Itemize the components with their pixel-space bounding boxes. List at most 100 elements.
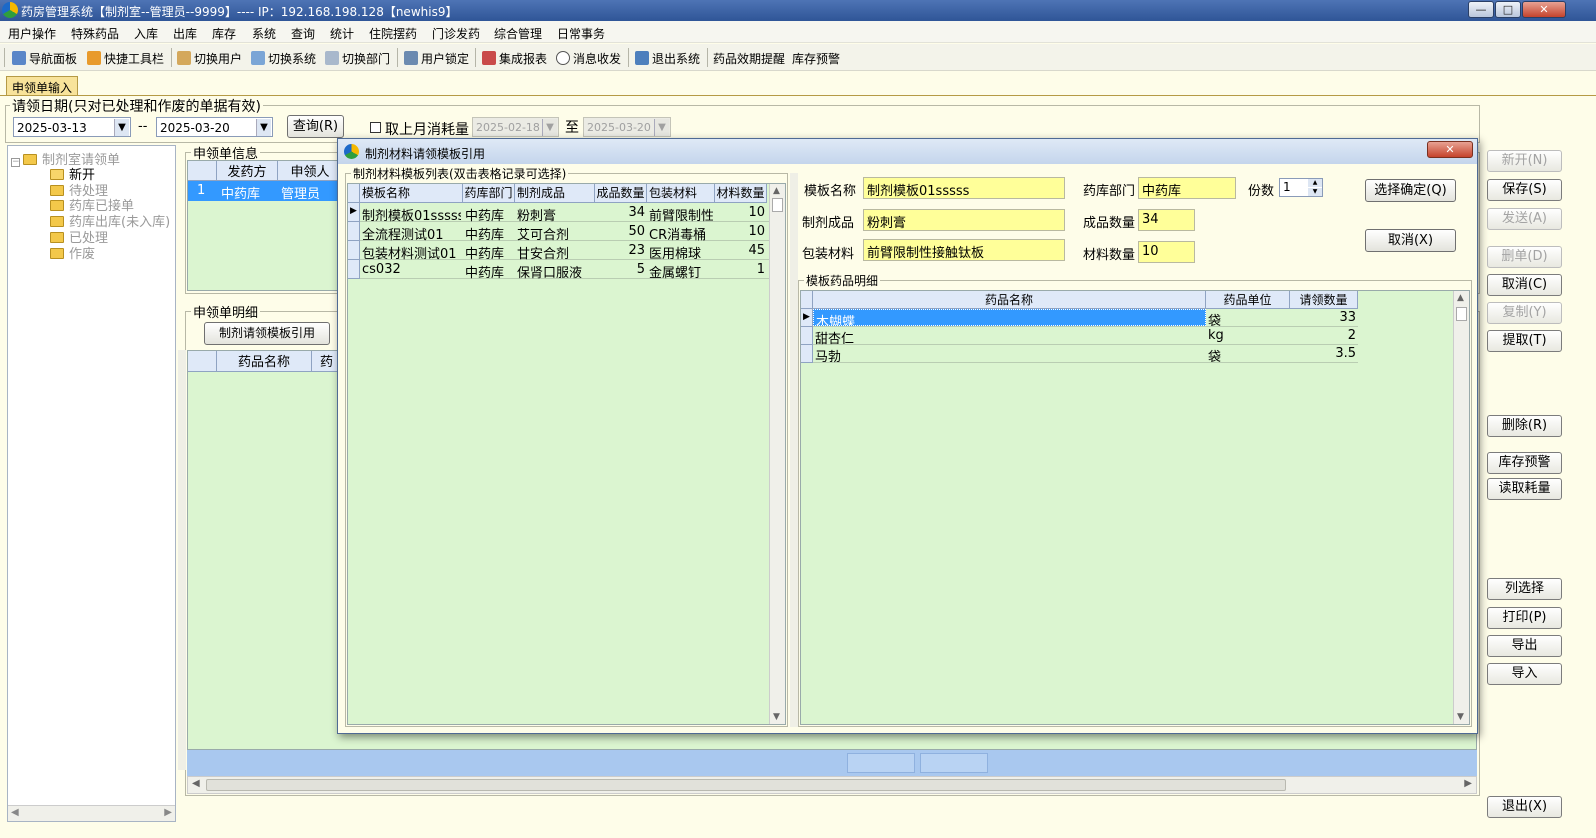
stepper-up-icon[interactable]: ▲ [1308,179,1322,187]
date-to-picker[interactable]: 2025-03-20 ▼ [156,117,273,137]
save-button[interactable]: 保存(S) [1487,179,1562,201]
exit-button[interactable]: 退出(X) [1487,796,1562,818]
col-header[interactable]: 药品单位 [1206,291,1290,309]
pack-field[interactable]: 前臂限制性接触钛板 [863,239,1065,261]
menu-statistics[interactable]: 统计 [330,25,354,42]
scroll-left-icon[interactable]: ◀ [11,807,19,818]
delete-row-button[interactable]: 删除(R) [1487,415,1562,437]
scroll-thumb[interactable] [772,198,783,212]
minimize-button[interactable]: — [1468,1,1494,18]
scroll-right-icon[interactable]: ▶ [1464,778,1472,789]
scroll-thumb[interactable] [206,779,1286,791]
collapse-icon[interactable]: − [11,158,20,167]
extract-button[interactable]: 提取(T) [1487,330,1562,352]
product-qty-field[interactable]: 34 [1138,209,1195,231]
menu-stock-in[interactable]: 入库 [134,25,158,42]
toolbar-nav-panel[interactable]: 导航面板 [12,50,77,67]
table-row[interactable]: 马勃 袋 3.5 [801,345,1358,365]
scroll-up-icon[interactable]: ▲ [773,186,780,196]
product-field[interactable]: 粉刺膏 [863,209,1065,231]
menu-outpatient[interactable]: 门诊发药 [432,25,480,42]
scroll-up-icon[interactable]: ▲ [1457,293,1464,303]
send-button[interactable]: 发送(A) [1487,208,1562,230]
scroll-down-icon[interactable]: ▼ [773,712,780,722]
menu-inventory[interactable]: 库存 [212,25,236,42]
cancel-order-button[interactable]: 取消(C) [1487,274,1562,296]
table-row[interactable]: 全流程测试01 中药库 艾可合剂 50 CR消毒桶 10 [348,222,769,243]
maximize-button[interactable]: □ [1495,1,1521,18]
main-hscrollbar[interactable]: ◀ ▶ [187,776,1477,794]
toolbar-lock-user[interactable]: 用户锁定 [404,50,469,67]
close-button[interactable]: ✕ [1522,1,1566,18]
table-row[interactable]: 1 中药库 管理员 [188,181,343,202]
copy-button[interactable]: 复制(Y) [1487,302,1562,324]
col-header[interactable]: 药库部门 [463,184,515,203]
chevron-down-icon[interactable]: ▼ [256,119,271,136]
menu-stock-out[interactable]: 出库 [173,25,197,42]
menu-general[interactable]: 综合管理 [494,25,542,42]
scroll-right-icon[interactable]: ▶ [164,807,172,818]
tab-apply-input[interactable]: 申领单输入 [6,76,78,95]
detail-vscrollbar[interactable]: ▲ ▼ [1453,291,1469,724]
stepper-down-icon[interactable]: ▼ [1308,188,1322,196]
delete-order-button[interactable]: 删单(D) [1487,246,1562,268]
toolbar-switch-user[interactable]: 切换用户 [177,50,242,67]
menu-user-ops[interactable]: 用户操作 [8,25,56,42]
tree-item-void[interactable]: 作废 [50,243,95,262]
menu-system[interactable]: 系统 [252,25,276,42]
menu-inpatient[interactable]: 住院摆药 [369,25,417,42]
col-header[interactable]: 成品数量 [595,184,647,203]
export-button[interactable]: 导出 [1487,635,1562,657]
toolbar-stock-alert[interactable]: 库存预警 [792,50,840,67]
date-from-picker[interactable]: 2025-03-13 ▼ [13,117,131,137]
stock-alert-button[interactable]: 库存预警 [1487,452,1562,474]
col-header[interactable]: 制剂成品 [515,184,595,203]
menu-special-drugs[interactable]: 特殊药品 [71,25,119,42]
toolbar-exit[interactable]: 退出系统 [635,50,700,67]
toolbar-reports[interactable]: 集成报表 [482,50,547,67]
collapse-splitter[interactable] [178,350,186,770]
copies-stepper[interactable]: 1 ▲ ▼ [1279,178,1323,197]
col-header[interactable]: 申领人 [278,161,343,181]
template-ref-button[interactable]: 制剂请领模板引用 [204,322,330,345]
col-header[interactable]: 请领数量 [1290,291,1358,309]
scroll-down-icon[interactable]: ▼ [1457,712,1464,722]
tree-hscrollbar[interactable]: ◀ ▶ [8,805,175,821]
toolbar-messages[interactable]: 消息收发 [556,50,621,67]
menu-daily[interactable]: 日常事务 [557,25,605,42]
print-button[interactable]: 打印(P) [1487,607,1562,629]
table-row[interactable]: ▶ 木蝴蝶袋 33 [801,309,1358,329]
scroll-thumb[interactable] [1456,307,1467,321]
template-name-field[interactable]: 制剂模板01sssss [863,177,1065,199]
column-select-button[interactable]: 列选择 [1487,578,1562,600]
list-vscrollbar[interactable]: ▲ ▼ [769,184,785,724]
col-header[interactable]: 药品名称 [217,351,312,372]
new-button[interactable]: 新开(N) [1487,150,1562,172]
material-qty-field[interactable]: 10 [1138,241,1195,263]
col-header[interactable]: 材料数量 [715,184,767,203]
table-row[interactable]: 包装材料测试01 中药库 甘安合剂 23 医用棉球 45 [348,241,769,262]
dialog-splitter[interactable] [790,173,798,727]
read-consumption-button[interactable]: 读取耗量 [1487,478,1562,500]
dialog-cancel-button[interactable]: 取消(X) [1365,229,1456,252]
col-header[interactable]: 药品名称 [813,291,1206,309]
col-header[interactable]: 包装材料 [647,184,715,203]
col-header[interactable]: 模板名称 [360,184,463,203]
import-button[interactable]: 导入 [1487,663,1562,685]
toolbar-switch-system[interactable]: 切换系统 [251,50,316,67]
dialog-close-button[interactable]: ✕ [1427,141,1473,158]
table-row[interactable]: ▶ 制剂模板01sssss 中药库 粉刺膏 34 前臂限制性 10 [348,203,769,224]
confirm-select-button[interactable]: 选择确定(Q) [1365,179,1456,202]
last-month-checkbox[interactable] [370,122,381,133]
scroll-left-icon[interactable]: ◀ [192,778,200,789]
menu-query[interactable]: 查询 [291,25,315,42]
chevron-down-icon[interactable]: ▼ [114,119,129,136]
dept-field[interactable]: 中药库 [1138,177,1236,199]
col-header[interactable]: 发药方 [217,161,278,181]
toolbar-switch-dept[interactable]: 切换部门 [325,50,390,67]
query-button[interactable]: 查询(R) [287,115,344,138]
table-row[interactable]: 甜杏仁 kg 2 [801,327,1358,347]
table-row[interactable]: cs032 中药库 保肾口服液 5 金属螺钉 1 [348,260,769,281]
toolbar-quick-tools[interactable]: 快捷工具栏 [87,50,164,67]
toolbar-expiry-alert[interactable]: 药品效期提醒 [713,50,785,67]
